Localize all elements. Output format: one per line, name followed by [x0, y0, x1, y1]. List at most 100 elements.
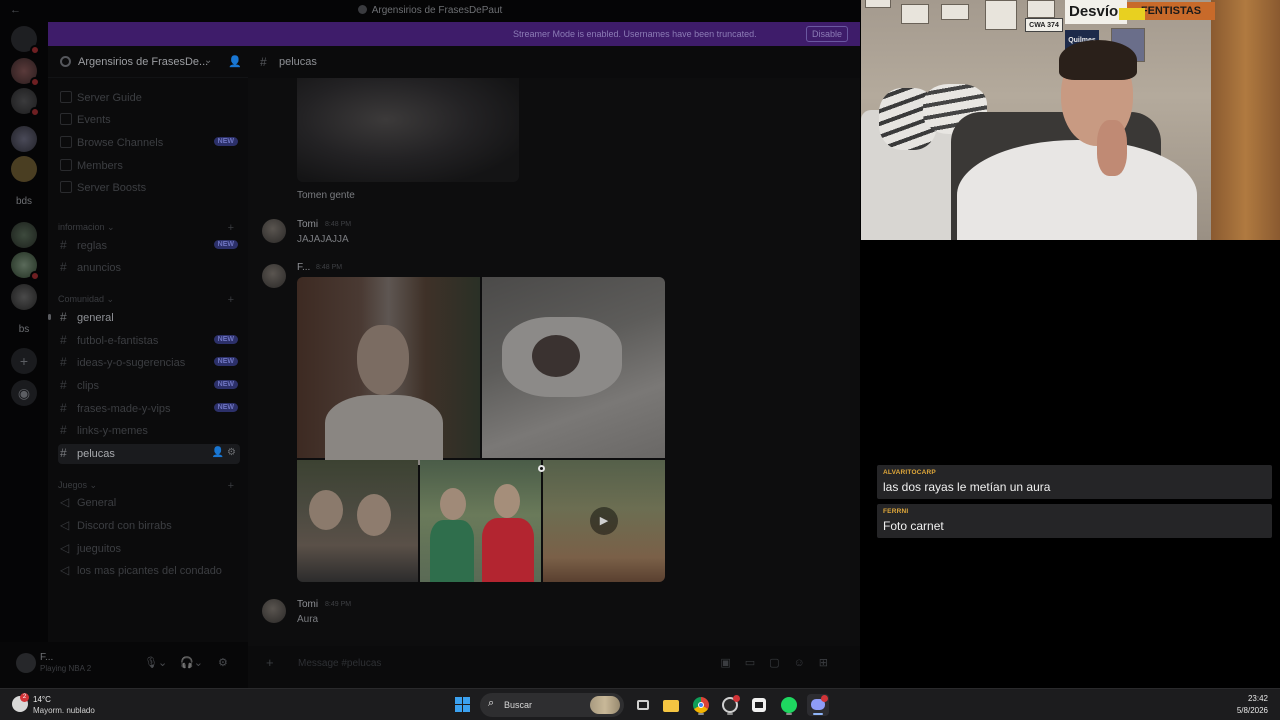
- folder-label-bds[interactable]: bds: [0, 196, 48, 207]
- gallery-image-1[interactable]: [297, 277, 480, 465]
- server-icon-6[interactable]: [11, 252, 40, 281]
- obs-icon[interactable]: [719, 694, 741, 716]
- clock-date: 5/8/2026: [1236, 706, 1268, 715]
- weather-condition: Mayorm. nublado: [33, 706, 95, 715]
- add-channel-icon[interactable]: +: [228, 480, 234, 492]
- gallery-video-5[interactable]: ▶: [543, 460, 665, 582]
- message-author[interactable]: Tomi: [297, 219, 318, 230]
- attach-plus-icon[interactable]: +: [266, 655, 274, 670]
- sidebar-item-members[interactable]: Members: [58, 156, 240, 176]
- play-icon[interactable]: ▶: [590, 507, 618, 535]
- windows-start-icon[interactable]: [452, 694, 474, 716]
- avatar[interactable]: [262, 599, 286, 623]
- invite-people-icon[interactable]: 👤: [228, 55, 242, 68]
- channel-clips[interactable]: # clips NEW: [58, 376, 240, 396]
- channel-ideas-y-o-sugerencias[interactable]: # ideas-y-o-sugerencias NEW: [58, 353, 240, 373]
- avatar[interactable]: [262, 219, 286, 243]
- channel-links-y-memes[interactable]: # links-y-memes: [58, 421, 240, 441]
- gallery-image-3[interactable]: [297, 460, 418, 582]
- channel-settings-icon[interactable]: 👤 ⚙: [212, 447, 236, 458]
- spotify-icon[interactable]: [778, 694, 800, 716]
- speaker-icon: ◁: [60, 495, 70, 509]
- webcam-feed: CWA 374 Desvío FENTISTAS Quilmes: [861, 0, 1280, 240]
- task-view-icon[interactable]: [632, 694, 654, 716]
- server-icon-2[interactable]: [11, 88, 40, 117]
- server-icon-3[interactable]: [11, 126, 37, 152]
- taskbar-search[interactable]: ⌕ Buscar: [480, 693, 624, 717]
- channel-header: # pelucas: [248, 46, 860, 78]
- category-comunidad[interactable]: Comunidad ⌄ +: [58, 294, 240, 306]
- sidebar-item-server-guide[interactable]: Server Guide: [58, 88, 240, 108]
- capcut-icon[interactable]: [748, 694, 770, 716]
- sidebar-item-browse-channels[interactable]: Browse Channels NEW: [58, 133, 240, 153]
- hash-icon: #: [60, 238, 67, 252]
- speaker-icon: ◁: [60, 518, 70, 532]
- headphones-icon[interactable]: 🎧⌄: [180, 656, 203, 669]
- composer-tools-icons[interactable]: ▣▭▢☺⊞: [720, 656, 842, 669]
- system-clock[interactable]: 23:42 5/8/2026: [1237, 693, 1268, 717]
- title-bar: ← Argensirios de FrasesDePaut: [0, 0, 860, 22]
- sidebar-item-server-boosts[interactable]: Server Boosts: [58, 178, 240, 198]
- category-informacion[interactable]: informacion ⌄ +: [58, 222, 240, 234]
- image-attachment[interactable]: [297, 78, 519, 182]
- browse-icon: [60, 136, 72, 148]
- voice-channel-discord-con-birrabs[interactable]: ◁ Discord con birrabs: [58, 516, 240, 536]
- boost-icon: [60, 181, 72, 193]
- channel-reglas[interactable]: # reglas NEW: [58, 236, 240, 256]
- stream-chat-message: ALVARITOCARP las dos rayas le metían un …: [877, 465, 1272, 499]
- speaker-icon: ◁: [60, 541, 70, 555]
- channel-futbol-e-fantistas[interactable]: # futbol-e-fantistas NEW: [58, 331, 240, 351]
- gallery-image-2[interactable]: [482, 277, 665, 458]
- new-badge: NEW: [213, 240, 238, 249]
- clock-time: 23:42: [1247, 694, 1268, 703]
- folder-label-bs[interactable]: bs: [0, 324, 48, 335]
- message-timestamp: 8:48 PM: [316, 264, 343, 271]
- streamer-mode-banner: Streamer Mode is enabled. Usernames have…: [48, 22, 860, 46]
- image-gallery: ▶: [297, 277, 665, 582]
- search-icon: ⌕: [488, 697, 495, 709]
- discover-icon[interactable]: ◉: [11, 380, 37, 406]
- gallery-image-4[interactable]: [420, 460, 541, 582]
- voice-channel-jueguitos[interactable]: ◁ jueguitos: [58, 539, 240, 559]
- message-author[interactable]: Tomi: [297, 599, 318, 610]
- add-channel-icon[interactable]: +: [228, 294, 234, 306]
- sidebar-item-events[interactable]: Events: [58, 110, 240, 130]
- speaker-icon: ◁: [60, 563, 70, 577]
- channel-pelucas[interactable]: # pelucas 👤 ⚙: [58, 444, 240, 464]
- avatar[interactable]: [262, 264, 286, 288]
- server-header[interactable]: Argensirios de FrasesDe... ⌄ 👤: [48, 46, 248, 78]
- server-icon-7[interactable]: [11, 284, 37, 310]
- category-juegos[interactable]: Juegos ⌄ +: [58, 480, 240, 492]
- message-composer[interactable]: + Message #pelucas ▣▭▢☺⊞: [256, 650, 852, 676]
- discord-icon[interactable]: [807, 694, 829, 716]
- channel-title: pelucas: [279, 56, 317, 68]
- voice-channel-los-mas-picantes[interactable]: ◁ los mas picantes del condado: [58, 561, 240, 581]
- chrome-icon[interactable]: [690, 694, 712, 716]
- server-icon-1[interactable]: [11, 58, 40, 87]
- user-settings-icon[interactable]: ⚙: [218, 656, 228, 669]
- add-server-icon[interactable]: +: [11, 348, 37, 374]
- avatar[interactable]: [16, 653, 36, 673]
- message-text: JAJAJAJJA: [297, 234, 349, 245]
- disable-streamer-mode-button[interactable]: Disable: [806, 26, 849, 42]
- voice-channel-general[interactable]: ◁ General: [58, 493, 240, 513]
- add-channel-icon[interactable]: +: [228, 222, 234, 234]
- message-input[interactable]: Message #pelucas: [298, 658, 381, 669]
- chevron-down-icon[interactable]: ⌄: [204, 55, 212, 66]
- channel-anuncios[interactable]: # anuncios: [58, 258, 240, 278]
- hash-icon: #: [260, 55, 267, 69]
- channel-general[interactable]: # general: [58, 308, 240, 328]
- hash-icon: #: [60, 355, 67, 369]
- direct-messages-icon[interactable]: [11, 26, 40, 55]
- license-plate: CWA 374: [1025, 18, 1063, 32]
- message-text: Aura: [297, 614, 319, 625]
- server-icon-4[interactable]: [11, 156, 37, 182]
- server-icon: [357, 5, 367, 14]
- file-explorer-icon[interactable]: [660, 694, 682, 716]
- server-icon-5[interactable]: [11, 222, 37, 248]
- weather-widget[interactable]: 2 14°C Mayorm. nublado: [10, 693, 120, 717]
- channel-frases-made-y-vips[interactable]: # frases-made-y-vips NEW: [58, 399, 240, 419]
- message-author[interactable]: F...: [297, 262, 310, 273]
- guide-icon: [60, 91, 72, 103]
- microphone-icon[interactable]: 🎙⌄: [144, 656, 167, 669]
